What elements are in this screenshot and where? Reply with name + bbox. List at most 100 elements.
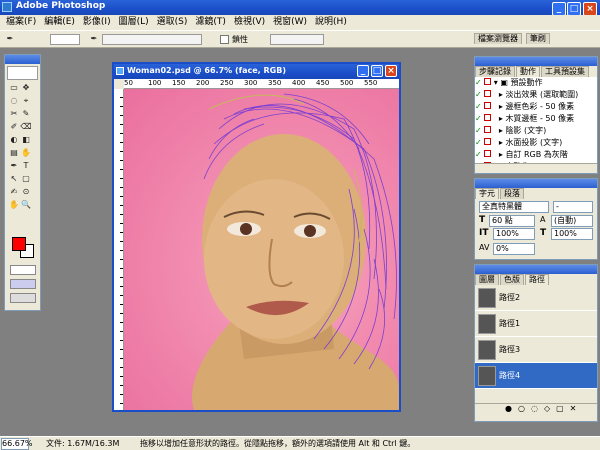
tool-icon-0[interactable]: ▭ — [8, 82, 20, 94]
menu-item-0[interactable]: 檔案(F) — [2, 15, 40, 29]
menu-item-5[interactable]: 濾鏡(T) — [191, 15, 230, 29]
font-size-field[interactable]: 60 點 — [489, 215, 535, 227]
tab-channels[interactable]: 色版 — [500, 274, 524, 285]
path-item[interactable]: 路徑4 — [475, 363, 597, 389]
toggle-dialog-icon[interactable] — [484, 162, 492, 163]
menu-item-3[interactable]: 圖層(L) — [115, 15, 153, 29]
canvas-artwork[interactable] — [124, 89, 399, 410]
toggle-dialog-icon[interactable] — [484, 102, 492, 109]
tool-icon-11[interactable]: ✋ — [20, 147, 32, 159]
tool-icon-17[interactable]: ⊙ — [20, 186, 32, 198]
horizontal-ruler: 50 100 150 200 250 300 350 400 450 500 550 — [124, 79, 399, 89]
toggle-dialog-icon[interactable] — [484, 114, 492, 121]
maximize-button[interactable]: □ — [567, 2, 581, 16]
checkmark-icon[interactable]: ✓ — [475, 102, 482, 111]
action-item[interactable]: ✓ ▸ 邊框色彩 - 50 像素 — [475, 101, 597, 113]
tool-icon-4[interactable]: ✂ — [8, 108, 20, 120]
tab-actions[interactable]: 動作 — [516, 66, 540, 77]
toggle-dialog-icon[interactable] — [484, 90, 492, 97]
pen-mode-icon[interactable]: ✒ — [88, 33, 100, 45]
action-set[interactable]: ✓ ▾ ▣ 預設動作 — [475, 77, 597, 89]
tool-icon-14[interactable]: ↖ — [8, 173, 20, 185]
vertical-scale-field[interactable]: 100% — [493, 228, 535, 240]
close-button[interactable]: × — [583, 2, 597, 16]
toggle-dialog-icon[interactable] — [484, 78, 492, 85]
adobe-online-icon[interactable] — [7, 66, 38, 80]
leading-field[interactable]: (自動) — [551, 215, 593, 227]
tool-icon-3[interactable]: ⌖ — [20, 95, 32, 107]
tool-icon-7[interactable]: ⌫ — [20, 121, 32, 133]
checkmark-icon[interactable]: ✓ — [475, 114, 482, 123]
menu-item-7[interactable]: 視窗(W) — [269, 15, 311, 29]
toggle-dialog-icon[interactable] — [484, 126, 492, 133]
minimize-button[interactable]: _ — [552, 2, 566, 16]
vertical-ruler — [114, 89, 124, 410]
menu-item-1[interactable]: 編輯(E) — [40, 15, 79, 29]
screen-mode-icons[interactable] — [10, 279, 36, 289]
font-style-select[interactable]: - — [553, 201, 593, 213]
menu-item-4[interactable]: 選取(S) — [153, 15, 192, 29]
tool-icon-5[interactable]: ✎ — [20, 108, 32, 120]
tool-icon-13[interactable]: T — [20, 160, 32, 172]
tab-tool-presets[interactable]: 工具預設集 — [541, 66, 589, 77]
docked-tab-file-browser[interactable]: 檔案瀏覽器 — [474, 33, 522, 44]
tool-icon-2[interactable]: ◌ — [8, 95, 20, 107]
checkmark-icon[interactable]: ✓ — [475, 78, 482, 87]
status-hint: 拖移以增加任意形狀的路徑。從隱點拖移，額外的選項請使用 Alt 和 Ctrl 鍵… — [140, 439, 416, 448]
docked-tab-brushes[interactable]: 筆刷 — [525, 33, 550, 44]
doc-maximize-button[interactable]: □ — [371, 65, 383, 77]
action-item[interactable]: ✓ ▸ 水面投影 (文字) — [475, 137, 597, 149]
tool-icon-18[interactable]: ✋ — [8, 199, 20, 211]
path-ops-icons[interactable] — [270, 34, 324, 45]
menu-item-6[interactable]: 檢視(V) — [230, 15, 269, 29]
doc-close-button[interactable]: × — [385, 65, 397, 77]
foreground-color-swatch[interactable] — [12, 237, 26, 251]
ruler-tick: 300 — [244, 79, 258, 87]
pen-tool-preset-icon[interactable]: ✒ — [4, 33, 16, 45]
path-item[interactable]: 路徑3 — [475, 337, 597, 363]
menu-item-8[interactable]: 說明(H) — [311, 15, 351, 29]
menu-item-2[interactable]: 影像(I) — [79, 15, 115, 29]
paths-panel-titlebar — [475, 265, 597, 274]
tool-icon-15[interactable]: ▢ — [20, 173, 32, 185]
action-item[interactable]: ✓ ▸ 陰影 (文字) — [475, 125, 597, 137]
tool-icon-10[interactable]: ▤ — [8, 147, 20, 159]
tool-icon-9[interactable]: ◧ — [20, 134, 32, 146]
tool-icon-12[interactable]: ✒ — [8, 160, 20, 172]
doc-minimize-button[interactable]: _ — [357, 65, 369, 77]
checkmark-icon[interactable]: ✓ — [475, 90, 482, 99]
checkmark-icon[interactable]: ✓ — [475, 126, 482, 135]
checkmark-icon[interactable]: ✓ — [475, 162, 482, 163]
toggle-dialog-icon[interactable] — [484, 150, 492, 157]
shape-icons[interactable] — [102, 34, 202, 45]
quick-mask-icons[interactable] — [10, 265, 36, 275]
horizontal-scale-field[interactable]: 100% — [551, 228, 593, 240]
document-title: Woman02.psd @ 66.7% (face, RGB) — [127, 66, 286, 75]
toggle-dialog-icon[interactable] — [484, 138, 492, 145]
tab-history[interactable]: 步驟記錄 — [475, 66, 515, 77]
tool-icon-8[interactable]: ◐ — [8, 134, 20, 146]
tracking-field[interactable]: 0% — [493, 243, 535, 255]
tab-paths[interactable]: 路徑 — [525, 274, 549, 285]
path-name: 路徑1 — [499, 319, 521, 328]
tool-icon-19[interactable]: 🔍 — [20, 199, 32, 211]
font-family-select[interactable]: 全真特黑體 — [479, 201, 549, 213]
checkmark-icon[interactable]: ✓ — [475, 150, 482, 159]
tab-character[interactable]: 字元 — [475, 188, 499, 199]
tool-icon-1[interactable]: ✥ — [20, 82, 32, 94]
tool-icon-16[interactable]: ✍ — [8, 186, 20, 198]
path-name: 路徑3 — [499, 345, 521, 354]
tab-layers[interactable]: 圖層 — [475, 274, 499, 285]
zoom-level[interactable]: 66.67% — [1, 438, 33, 450]
action-item[interactable]: ✓ ▸ 淡出效果 (選取範圍) — [475, 89, 597, 101]
document-size[interactable]: 文件: 1.67M/16.3M — [46, 438, 119, 450]
auto-add-checkbox[interactable] — [220, 35, 229, 44]
tool-icon-6[interactable]: ✐ — [8, 121, 20, 133]
action-item[interactable]: ✓ ▸ 木質邊框 - 50 像素 — [475, 113, 597, 125]
checkmark-icon[interactable]: ✓ — [475, 138, 482, 147]
jump-to-imageready-icon[interactable] — [10, 293, 36, 303]
path-item[interactable]: 路徑2 — [475, 285, 597, 311]
path-item[interactable]: 路徑1 — [475, 311, 597, 337]
action-item[interactable]: ✓ ▸ 自訂 RGB 為灰階 — [475, 149, 597, 161]
tab-paragraph[interactable]: 段落 — [500, 188, 524, 199]
